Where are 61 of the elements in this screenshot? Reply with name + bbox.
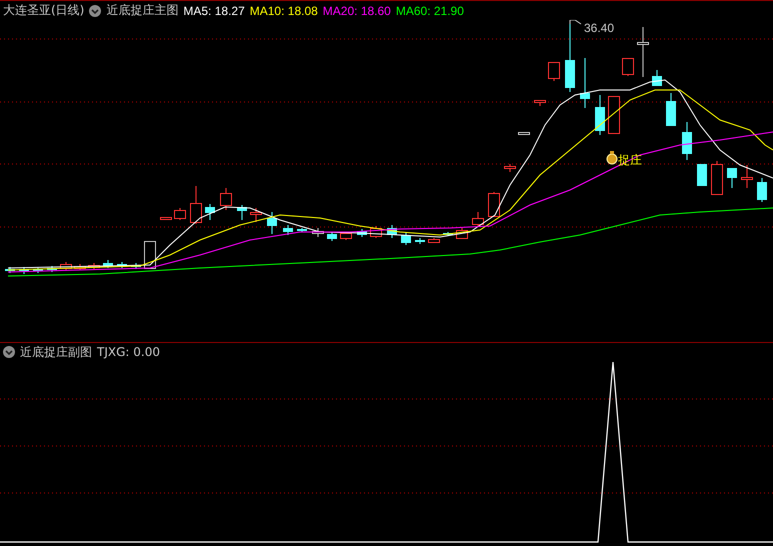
money-bag-icon	[606, 151, 618, 164]
candle	[144, 240, 156, 269]
candle	[652, 70, 662, 86]
candle	[312, 228, 324, 238]
candle	[415, 238, 425, 244]
candle	[608, 96, 620, 134]
candle	[637, 26, 649, 78]
candle	[283, 224, 293, 236]
candle	[357, 228, 367, 238]
candle	[666, 92, 676, 126]
candle	[220, 188, 232, 210]
candle	[174, 208, 186, 220]
candle	[160, 216, 172, 220]
candle	[504, 164, 516, 172]
candle	[697, 164, 707, 186]
candle	[250, 208, 262, 222]
candle	[47, 266, 57, 272]
indicator-name: 近底捉庄副图	[20, 344, 92, 360]
candle	[741, 164, 753, 188]
candle	[190, 186, 202, 224]
indicator-reading: TJXG: 0.00	[97, 345, 160, 359]
candle	[19, 266, 29, 274]
candle	[297, 228, 307, 232]
candle	[488, 192, 500, 217]
candle	[117, 262, 127, 268]
candle	[340, 232, 352, 240]
candle	[472, 212, 484, 226]
candle	[518, 132, 530, 135]
candle	[327, 232, 337, 242]
candle	[387, 224, 397, 238]
candle	[103, 260, 113, 268]
candle	[711, 160, 723, 195]
ma-reading: MA60: 21.90	[396, 4, 464, 18]
candle	[622, 58, 634, 76]
candle	[428, 238, 440, 244]
candle	[534, 100, 546, 106]
candle	[443, 232, 453, 236]
candle	[60, 262, 72, 270]
candle	[237, 204, 247, 220]
candle	[370, 226, 382, 238]
dropdown-icon[interactable]	[3, 346, 15, 358]
candle	[682, 122, 692, 160]
indicator-name: 近底捉庄主图	[106, 2, 178, 19]
high-price-label: 36.40	[584, 21, 614, 35]
candle	[565, 22, 575, 92]
stock-title: 大连圣亚(日线)	[3, 2, 84, 19]
candle	[727, 168, 737, 188]
candle	[757, 178, 767, 202]
candle	[5, 266, 15, 274]
ma-reading: MA10: 18.08	[250, 4, 318, 18]
candle	[595, 94, 605, 136]
candle	[205, 204, 215, 220]
leader-line	[570, 20, 582, 24]
ma-reading: MA5: 18.27	[183, 4, 245, 18]
dropdown-icon[interactable]	[89, 4, 102, 16]
candle	[548, 62, 560, 82]
candle	[401, 232, 411, 246]
ma-reading: MA20: 18.60	[322, 4, 391, 18]
candle	[580, 58, 590, 108]
candle	[267, 212, 277, 234]
candle	[33, 268, 43, 274]
